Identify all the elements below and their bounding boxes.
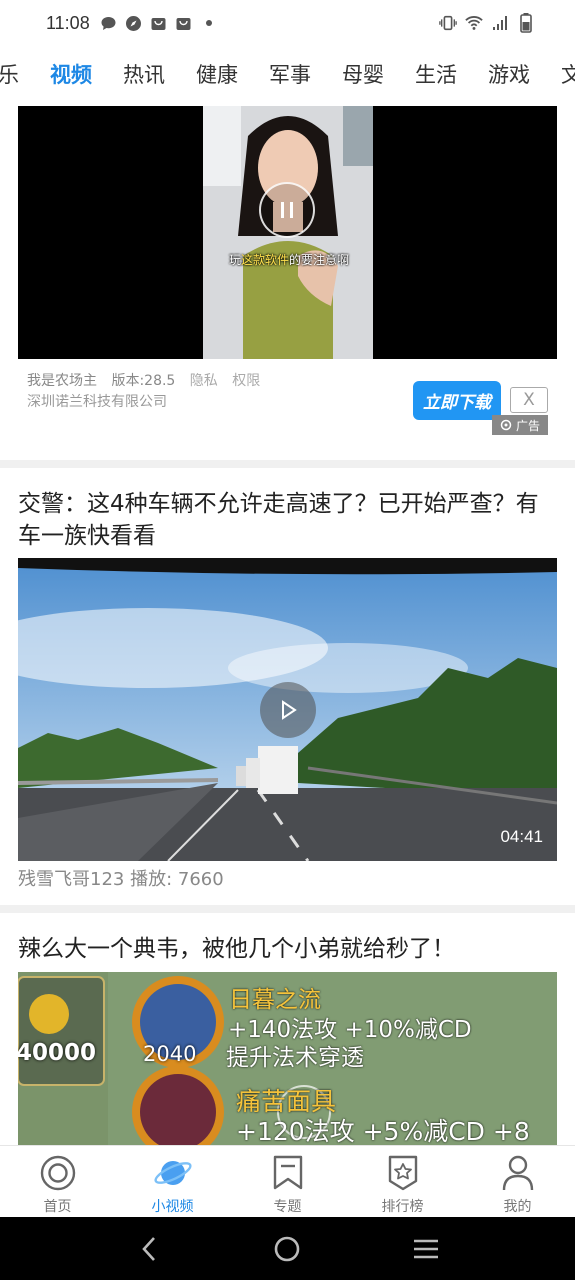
news-title[interactable]: 辣么大一个典韦，被他几个小弟就给秒了！ [18, 933, 558, 965]
ad-version: 版本:28.5 [111, 373, 176, 389]
profile-icon [498, 1153, 538, 1193]
wifi-icon [465, 14, 483, 32]
item-price: 2040 [143, 1042, 197, 1066]
home-icon [38, 1153, 78, 1193]
news-title[interactable]: 交警：这4种车辆不允许走高速了？已开始严查？有车一族快看看 [18, 488, 558, 552]
pause-button[interactable] [259, 182, 315, 238]
status-bar: 11:08 [0, 0, 575, 46]
more-dot-icon [200, 14, 218, 32]
category-nav: 乐 视频 热讯 健康 军事 母婴 生活 游戏 文 [0, 46, 575, 102]
tab-profile[interactable]: 我的 [460, 1146, 575, 1217]
bookmark-icon [268, 1153, 308, 1193]
app-screen: 11:08 乐 视频 热讯 健康 军事 母婴 生活 游戏 文 玩这款软件的要注意… [0, 0, 575, 1280]
coin-amount: 40000 [18, 1040, 97, 1066]
ad-info: 我是农场主 版本:28.5 隐私 权限 [27, 370, 270, 390]
ad-tag-label: 广告 [515, 418, 540, 433]
compass-icon [125, 14, 143, 32]
category-tab[interactable]: 母婴 [342, 59, 384, 89]
play-button[interactable] [260, 682, 316, 738]
tab-label: 首页 [43, 1199, 72, 1215]
ad-publisher: 我是农场主 [27, 373, 97, 389]
divider [0, 460, 575, 468]
item-name: 日暮之流 [229, 987, 321, 1013]
category-tab[interactable]: 游戏 [488, 59, 530, 89]
ranking-icon [383, 1153, 423, 1193]
store-icon-2 [175, 14, 193, 32]
status-time: 11:08 [46, 12, 90, 33]
bottom-tab-bar: 首页 小视频 专题 排行榜 我的 [0, 1145, 575, 1217]
category-tab[interactable]: 健康 [196, 59, 238, 89]
news-video[interactable]: 04:41 [18, 558, 557, 861]
category-tab[interactable]: 生活 [415, 59, 457, 89]
ad-settings-icon [500, 419, 512, 431]
tab-label: 我的 [503, 1199, 532, 1215]
recents-button[interactable] [406, 1229, 446, 1269]
planet-icon [153, 1153, 193, 1193]
system-nav-bar [0, 1217, 575, 1280]
item-desc: 提升法术穿透 [226, 1045, 364, 1071]
tab-short-video[interactable]: 小视频 [115, 1146, 230, 1217]
home-button[interactable] [267, 1229, 307, 1269]
news-meta: 残雪飞哥123 播放: 7660 [18, 869, 224, 890]
vibrate-icon [439, 14, 457, 32]
download-button[interactable]: 立即下载 [413, 381, 501, 420]
divider [0, 905, 575, 913]
video-duration: 04:41 [500, 827, 543, 846]
ad-video-caption: 玩这款软件的要注意啊 [228, 253, 350, 267]
permission-link[interactable]: 权限 [232, 373, 260, 389]
tab-ranking[interactable]: 排行榜 [345, 1146, 460, 1217]
signal-icon [491, 14, 509, 32]
ad-badge[interactable]: 广告 [492, 415, 548, 435]
category-tab-video[interactable]: 视频 [50, 59, 92, 89]
tab-label: 排行榜 [381, 1199, 424, 1215]
category-tab[interactable]: 热讯 [123, 59, 165, 89]
tab-topics[interactable]: 专题 [230, 1146, 345, 1217]
close-ad-button[interactable]: X [510, 387, 548, 413]
category-tab[interactable]: 文 [561, 59, 575, 89]
store-icon [150, 14, 168, 32]
privacy-link[interactable]: 隐私 [190, 373, 218, 389]
back-button[interactable] [129, 1229, 169, 1269]
battery-icon [517, 13, 535, 33]
category-tab[interactable]: 军事 [269, 59, 311, 89]
tab-label: 专题 [273, 1199, 302, 1215]
ad-company: 深圳诺兰科技有限公司 [27, 394, 167, 410]
ad-card: 玩这款软件的要注意啊 我是农场主 版本:28.5 隐私 权限 深圳诺兰科技有限公… [0, 102, 575, 460]
message-icon [100, 14, 118, 32]
news-video[interactable]: 40000 2040 日暮之流 +140法攻 +10%减CD 提升法术穿透 痛苦… [18, 972, 557, 1145]
ad-video[interactable]: 玩这款软件的要注意啊 [18, 106, 557, 359]
tab-label: 小视频 [151, 1199, 194, 1215]
item-stat: +120法攻 +5%减CD +8 [236, 1117, 530, 1145]
category-tab[interactable]: 乐 [0, 59, 19, 89]
tab-home[interactable]: 首页 [0, 1146, 115, 1217]
